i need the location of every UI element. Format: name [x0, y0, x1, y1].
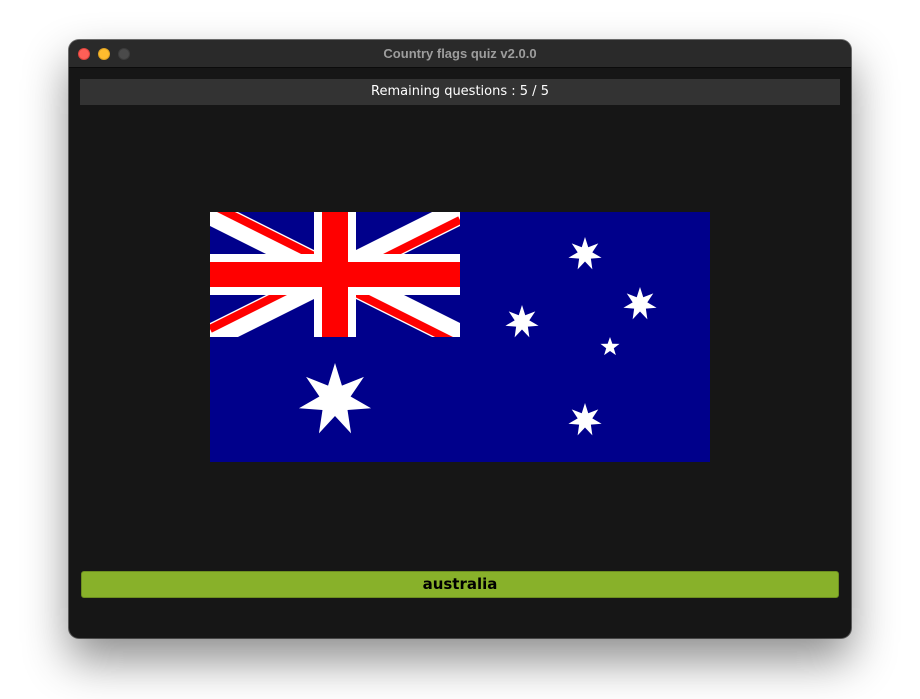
- window-title: Country flags quiz v2.0.0: [383, 46, 537, 61]
- desktop: Country flags quiz v2.0.0 Remaining ques…: [0, 0, 920, 699]
- title-bar[interactable]: Country flags quiz v2.0.0: [69, 40, 851, 68]
- app-window: Country flags quiz v2.0.0 Remaining ques…: [69, 40, 851, 638]
- australia-flag-icon: [210, 212, 710, 462]
- union-jack-canton: [210, 212, 460, 337]
- flag-image: [210, 212, 710, 462]
- remaining-questions-label: Remaining questions : 5 / 5: [80, 79, 840, 105]
- answer-button-australia[interactable]: australia: [81, 571, 839, 598]
